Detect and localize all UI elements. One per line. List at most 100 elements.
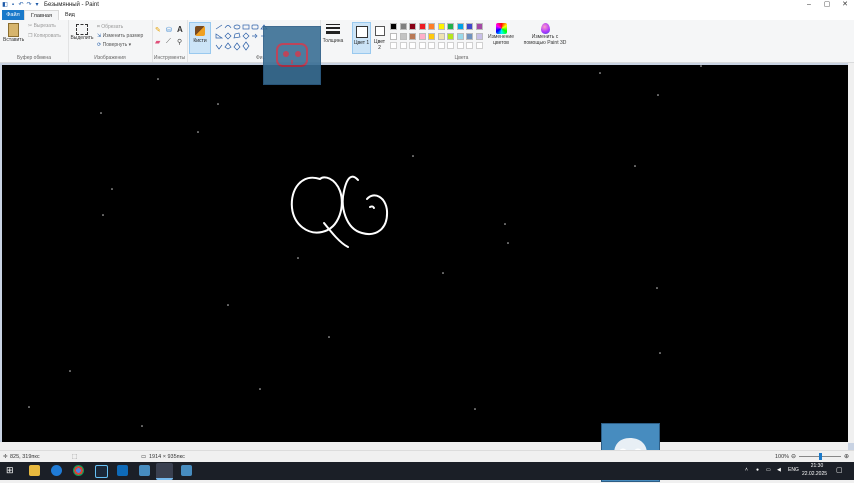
select-label: Выделить [70,35,94,41]
image-group-label: Изображения [94,55,126,61]
palette-swatch[interactable] [456,32,464,40]
clock-time[interactable]: 21:30 [806,463,828,469]
language-indicator[interactable]: ENG [788,467,799,473]
horizontal-scrollbar[interactable] [0,442,848,450]
custom-swatch[interactable] [437,42,445,49]
chrome-icon[interactable] [73,465,84,476]
shapes-gallery[interactable] [214,23,270,51]
tray-chevron-icon[interactable]: ˄ [745,467,748,473]
undo-icon[interactable]: ↶ [18,2,24,8]
palette-swatch[interactable] [447,32,454,40]
palette-swatch[interactable] [399,32,407,40]
custom-swatch[interactable] [418,42,426,49]
paint3d-button[interactable]: Изменить с помощью Paint 3D [521,23,569,46]
paste-icon [7,23,19,37]
minimize-button[interactable]: – [800,0,818,10]
godot-taskbar-icon[interactable] [139,465,150,476]
magnifier-icon[interactable]: ⚲ [177,38,182,46]
clock-date[interactable]: 22.02.2025 [802,471,827,477]
zoom-slider-thumb[interactable] [819,453,822,460]
palette-swatch[interactable] [409,32,416,40]
picker-icon[interactable]: ⟋ [166,38,171,46]
palette-swatch[interactable] [390,23,397,30]
thickness-button[interactable]: Толщина [322,24,344,44]
notifications-icon[interactable]: ▢ [836,466,843,474]
clipboard-group-label: Буфер обмена [17,55,51,61]
copy-label: Копировать [33,33,61,39]
custom-swatch[interactable] [409,42,416,49]
window-title: Безымянный - Paint [44,2,99,8]
godot-taskbar-icon-2[interactable] [181,465,192,476]
paste-button[interactable]: Вставить [3,23,24,43]
network-icon[interactable]: ▭ [766,467,771,473]
microphone-icon[interactable]: ● [756,467,759,473]
tab-view[interactable]: Вид [59,10,81,20]
palette-swatch[interactable] [418,23,426,30]
tab-file[interactable]: Файл [2,10,24,20]
tab-home[interactable]: Главная [24,10,59,20]
copy-icon: ❐ [28,33,33,39]
zoom-slider[interactable] [799,453,841,460]
palette-swatch[interactable] [437,23,445,30]
save-icon[interactable]: ▪ [10,2,16,8]
palette-swatch[interactable] [409,23,416,30]
vertical-scrollbar[interactable] [848,63,854,443]
custom-swatch[interactable] [399,42,407,49]
palette-swatch[interactable] [447,23,454,30]
color2-button[interactable]: Цвет 2 [372,24,387,51]
custom-swatch[interactable] [428,42,435,49]
palette-swatch[interactable] [475,23,483,30]
custom-swatch[interactable] [475,42,483,49]
customize-icon[interactable]: ▾ [34,2,40,8]
brush-icon [195,26,205,36]
steam-icon[interactable] [95,465,108,478]
color1-button[interactable]: Цвет 1 [352,22,371,54]
zoom-in-button[interactable]: ⊕ [844,453,849,460]
canvas-drawing [28,65,702,427]
edit-colors-button[interactable]: Изменение цветов [486,23,516,46]
palette-swatch[interactable] [456,23,464,30]
select-button[interactable]: Выделить [70,24,94,41]
palette-swatch[interactable] [475,32,483,40]
cursor-icon: ✛ [3,454,8,460]
custom-swatch[interactable] [447,42,454,49]
custom-swatch[interactable] [466,42,473,49]
ribbon-tabs: Файл Главная Вид [0,10,854,20]
close-button[interactable]: ✕ [836,0,854,10]
palette-swatch[interactable] [399,23,407,30]
fill-icon[interactable]: ⛁ [166,26,172,34]
redo-icon[interactable]: ↷ [26,2,32,8]
eraser-icon[interactable]: ▰ [155,38,160,46]
text-icon[interactable]: A [177,25,183,34]
custom-swatch[interactable] [456,42,464,49]
maximize-button[interactable]: ▢ [818,0,836,10]
palette-swatch[interactable] [428,32,435,40]
copy-button[interactable]: ❐ Копировать [28,33,61,39]
custom-swatch[interactable] [390,42,397,49]
windows-start-icon[interactable]: ⊞ [6,465,17,476]
palette-swatch[interactable] [466,23,473,30]
resize-button[interactable]: ⇲ Изменить размер [97,33,143,39]
palette-swatch[interactable] [428,23,435,30]
color2-label: Цвет 2 [373,39,386,51]
volume-icon[interactable]: ◀ [777,467,781,473]
palette-swatch[interactable] [418,32,426,40]
file-explorer-icon[interactable] [29,465,40,476]
paint3d-icon [540,23,550,34]
crop-button[interactable]: ⌗ Обрезать [97,24,123,30]
drawing-canvas[interactable] [2,65,850,442]
pencil-icon[interactable]: ✎ [155,26,161,34]
godot-window-top[interactable] [263,26,321,85]
brushes-button[interactable]: Кисти [189,22,211,54]
palette-swatch[interactable] [466,32,473,40]
star-dots [28,65,702,427]
edge-icon[interactable] [51,465,62,476]
app-icon[interactable] [117,465,128,476]
canvas-size-icon: ▭ [141,454,147,460]
rotate-button[interactable]: ⟳ Повернуть ▾ [97,42,131,48]
cut-button[interactable]: ✂ Вырезать [28,23,56,29]
palette-swatch[interactable] [437,32,445,40]
zoom-out-button[interactable]: ⊖ [791,453,796,460]
palette-swatch[interactable] [390,32,397,40]
paint-taskbar-icon[interactable] [156,463,173,480]
